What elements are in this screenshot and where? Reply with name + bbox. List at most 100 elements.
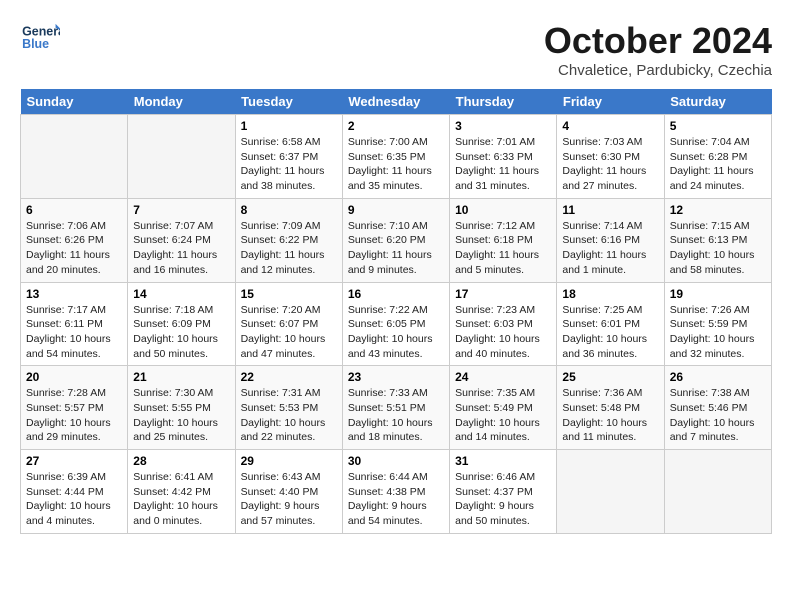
logo: General Blue	[20, 20, 60, 55]
day-info: Sunrise: 7:18 AM Sunset: 6:09 PM Dayligh…	[133, 303, 229, 362]
day-info: Sunrise: 7:33 AM Sunset: 5:51 PM Dayligh…	[348, 386, 444, 445]
calendar-cell: 23 Sunrise: 7:33 AM Sunset: 5:51 PM Dayli…	[342, 366, 449, 450]
calendar-week-row: 13 Sunrise: 7:17 AM Sunset: 6:11 PM Dayli…	[21, 282, 772, 366]
day-number: 13	[26, 287, 122, 301]
day-info: Sunrise: 7:20 AM Sunset: 6:07 PM Dayligh…	[241, 303, 337, 362]
day-number: 5	[670, 119, 766, 133]
calendar-week-row: 20 Sunrise: 7:28 AM Sunset: 5:57 PM Dayli…	[21, 366, 772, 450]
day-number: 17	[455, 287, 551, 301]
day-number: 18	[562, 287, 658, 301]
day-info: Sunrise: 7:03 AM Sunset: 6:30 PM Dayligh…	[562, 135, 658, 194]
day-info: Sunrise: 7:22 AM Sunset: 6:05 PM Dayligh…	[348, 303, 444, 362]
calendar-cell: 12Sunrise: 7:15 AM Sunset: 6:13 PM Dayli…	[664, 198, 771, 282]
title-block: October 2024 Chvaletice, Pardubicky, Cze…	[544, 20, 772, 79]
calendar-week-row: 6 Sunrise: 7:06 AM Sunset: 6:26 PM Daylig…	[21, 198, 772, 282]
day-info: Sunrise: 7:26 AM Sunset: 5:59 PM Dayligh…	[670, 303, 766, 362]
day-info: Sunrise: 7:10 AM Sunset: 6:20 PM Dayligh…	[348, 219, 444, 278]
day-of-week-header: Monday	[128, 89, 235, 115]
day-number: 7	[133, 203, 229, 217]
svg-text:Blue: Blue	[22, 37, 49, 51]
day-info: Sunrise: 7:00 AM Sunset: 6:35 PM Dayligh…	[348, 135, 444, 194]
day-of-week-header: Friday	[557, 89, 664, 115]
day-info: Sunrise: 7:28 AM Sunset: 5:57 PM Dayligh…	[26, 386, 122, 445]
calendar-cell: 5Sunrise: 7:04 AM Sunset: 6:28 PM Daylig…	[664, 115, 771, 199]
day-info: Sunrise: 6:58 AM Sunset: 6:37 PM Dayligh…	[241, 135, 337, 194]
calendar-cell: 10 Sunrise: 7:12 AM Sunset: 6:18 PM Dayli…	[450, 198, 557, 282]
calendar-cell	[128, 115, 235, 199]
day-number: 29	[241, 454, 337, 468]
calendar-header-row: SundayMondayTuesdayWednesdayThursdayFrid…	[21, 89, 772, 115]
calendar-cell: 11 Sunrise: 7:14 AM Sunset: 6:16 PM Dayli…	[557, 198, 664, 282]
calendar-cell: 31 Sunrise: 6:46 AM Sunset: 4:37 PM Dayli…	[450, 450, 557, 534]
day-info: Sunrise: 7:35 AM Sunset: 5:49 PM Dayligh…	[455, 386, 551, 445]
calendar-cell: 9 Sunrise: 7:10 AM Sunset: 6:20 PM Daylig…	[342, 198, 449, 282]
day-info: Sunrise: 7:23 AM Sunset: 6:03 PM Dayligh…	[455, 303, 551, 362]
day-number: 11	[562, 203, 658, 217]
day-number: 8	[241, 203, 337, 217]
calendar-cell: 16 Sunrise: 7:22 AM Sunset: 6:05 PM Dayli…	[342, 282, 449, 366]
day-of-week-header: Thursday	[450, 89, 557, 115]
calendar-cell: 8 Sunrise: 7:09 AM Sunset: 6:22 PM Daylig…	[235, 198, 342, 282]
day-number: 19	[670, 287, 766, 301]
day-number: 21	[133, 370, 229, 384]
day-number: 30	[348, 454, 444, 468]
day-info: Sunrise: 7:31 AM Sunset: 5:53 PM Dayligh…	[241, 386, 337, 445]
calendar-cell: 24 Sunrise: 7:35 AM Sunset: 5:49 PM Dayli…	[450, 366, 557, 450]
calendar-cell: 20 Sunrise: 7:28 AM Sunset: 5:57 PM Dayli…	[21, 366, 128, 450]
calendar-table: SundayMondayTuesdayWednesdayThursdayFrid…	[20, 89, 772, 534]
calendar-cell: 26Sunrise: 7:38 AM Sunset: 5:46 PM Dayli…	[664, 366, 771, 450]
calendar-cell: 7 Sunrise: 7:07 AM Sunset: 6:24 PM Daylig…	[128, 198, 235, 282]
calendar-cell: 25Sunrise: 7:36 AM Sunset: 5:48 PM Dayli…	[557, 366, 664, 450]
day-info: Sunrise: 7:09 AM Sunset: 6:22 PM Dayligh…	[241, 219, 337, 278]
day-info: Sunrise: 6:44 AM Sunset: 4:38 PM Dayligh…	[348, 470, 444, 529]
day-number: 16	[348, 287, 444, 301]
day-number: 22	[241, 370, 337, 384]
day-info: Sunrise: 7:07 AM Sunset: 6:24 PM Dayligh…	[133, 219, 229, 278]
day-number: 31	[455, 454, 551, 468]
day-number: 20	[26, 370, 122, 384]
calendar-cell: 21 Sunrise: 7:30 AM Sunset: 5:55 PM Dayli…	[128, 366, 235, 450]
day-info: Sunrise: 6:43 AM Sunset: 4:40 PM Dayligh…	[241, 470, 337, 529]
day-number: 10	[455, 203, 551, 217]
calendar-cell: 19 Sunrise: 7:26 AM Sunset: 5:59 PM Dayli…	[664, 282, 771, 366]
calendar-cell: 13 Sunrise: 7:17 AM Sunset: 6:11 PM Dayli…	[21, 282, 128, 366]
day-info: Sunrise: 7:30 AM Sunset: 5:55 PM Dayligh…	[133, 386, 229, 445]
day-info: Sunrise: 7:01 AM Sunset: 6:33 PM Dayligh…	[455, 135, 551, 194]
day-info: Sunrise: 7:06 AM Sunset: 6:26 PM Dayligh…	[26, 219, 122, 278]
day-info: Sunrise: 7:17 AM Sunset: 6:11 PM Dayligh…	[26, 303, 122, 362]
calendar-cell: 30 Sunrise: 6:44 AM Sunset: 4:38 PM Dayli…	[342, 450, 449, 534]
day-number: 4	[562, 119, 658, 133]
day-info: Sunrise: 7:14 AM Sunset: 6:16 PM Dayligh…	[562, 219, 658, 278]
day-info: Sunrise: 7:12 AM Sunset: 6:18 PM Dayligh…	[455, 219, 551, 278]
calendar-cell: 1 Sunrise: 6:58 AM Sunset: 6:37 PM Daylig…	[235, 115, 342, 199]
day-info: Sunrise: 7:25 AM Sunset: 6:01 PM Dayligh…	[562, 303, 658, 362]
day-number: 9	[348, 203, 444, 217]
day-info: Sunrise: 6:41 AM Sunset: 4:42 PM Dayligh…	[133, 470, 229, 529]
calendar-cell: 4 Sunrise: 7:03 AM Sunset: 6:30 PM Daylig…	[557, 115, 664, 199]
calendar-cell: 3Sunrise: 7:01 AM Sunset: 6:33 PM Daylig…	[450, 115, 557, 199]
day-of-week-header: Tuesday	[235, 89, 342, 115]
day-number: 12	[670, 203, 766, 217]
calendar-cell: 18 Sunrise: 7:25 AM Sunset: 6:01 PM Dayli…	[557, 282, 664, 366]
location-subtitle: Chvaletice, Pardubicky, Czechia	[544, 62, 772, 79]
day-number: 26	[670, 370, 766, 384]
day-number: 1	[241, 119, 337, 133]
page-header: General Blue October 2024 Chvaletice, Pa…	[20, 20, 772, 79]
day-number: 23	[348, 370, 444, 384]
calendar-cell: 17 Sunrise: 7:23 AM Sunset: 6:03 PM Dayli…	[450, 282, 557, 366]
calendar-week-row: 1 Sunrise: 6:58 AM Sunset: 6:37 PM Daylig…	[21, 115, 772, 199]
day-number: 6	[26, 203, 122, 217]
day-number: 24	[455, 370, 551, 384]
day-of-week-header: Wednesday	[342, 89, 449, 115]
calendar-cell: 14Sunrise: 7:18 AM Sunset: 6:09 PM Dayli…	[128, 282, 235, 366]
calendar-cell: 6 Sunrise: 7:06 AM Sunset: 6:26 PM Daylig…	[21, 198, 128, 282]
calendar-cell: 28Sunrise: 6:41 AM Sunset: 4:42 PM Dayli…	[128, 450, 235, 534]
calendar-cell	[21, 115, 128, 199]
calendar-cell: 22 Sunrise: 7:31 AM Sunset: 5:53 PM Dayli…	[235, 366, 342, 450]
calendar-cell: 27 Sunrise: 6:39 AM Sunset: 4:44 PM Dayli…	[21, 450, 128, 534]
day-info: Sunrise: 6:39 AM Sunset: 4:44 PM Dayligh…	[26, 470, 122, 529]
day-number: 27	[26, 454, 122, 468]
day-info: Sunrise: 6:46 AM Sunset: 4:37 PM Dayligh…	[455, 470, 551, 529]
day-number: 25	[562, 370, 658, 384]
calendar-cell	[664, 450, 771, 534]
